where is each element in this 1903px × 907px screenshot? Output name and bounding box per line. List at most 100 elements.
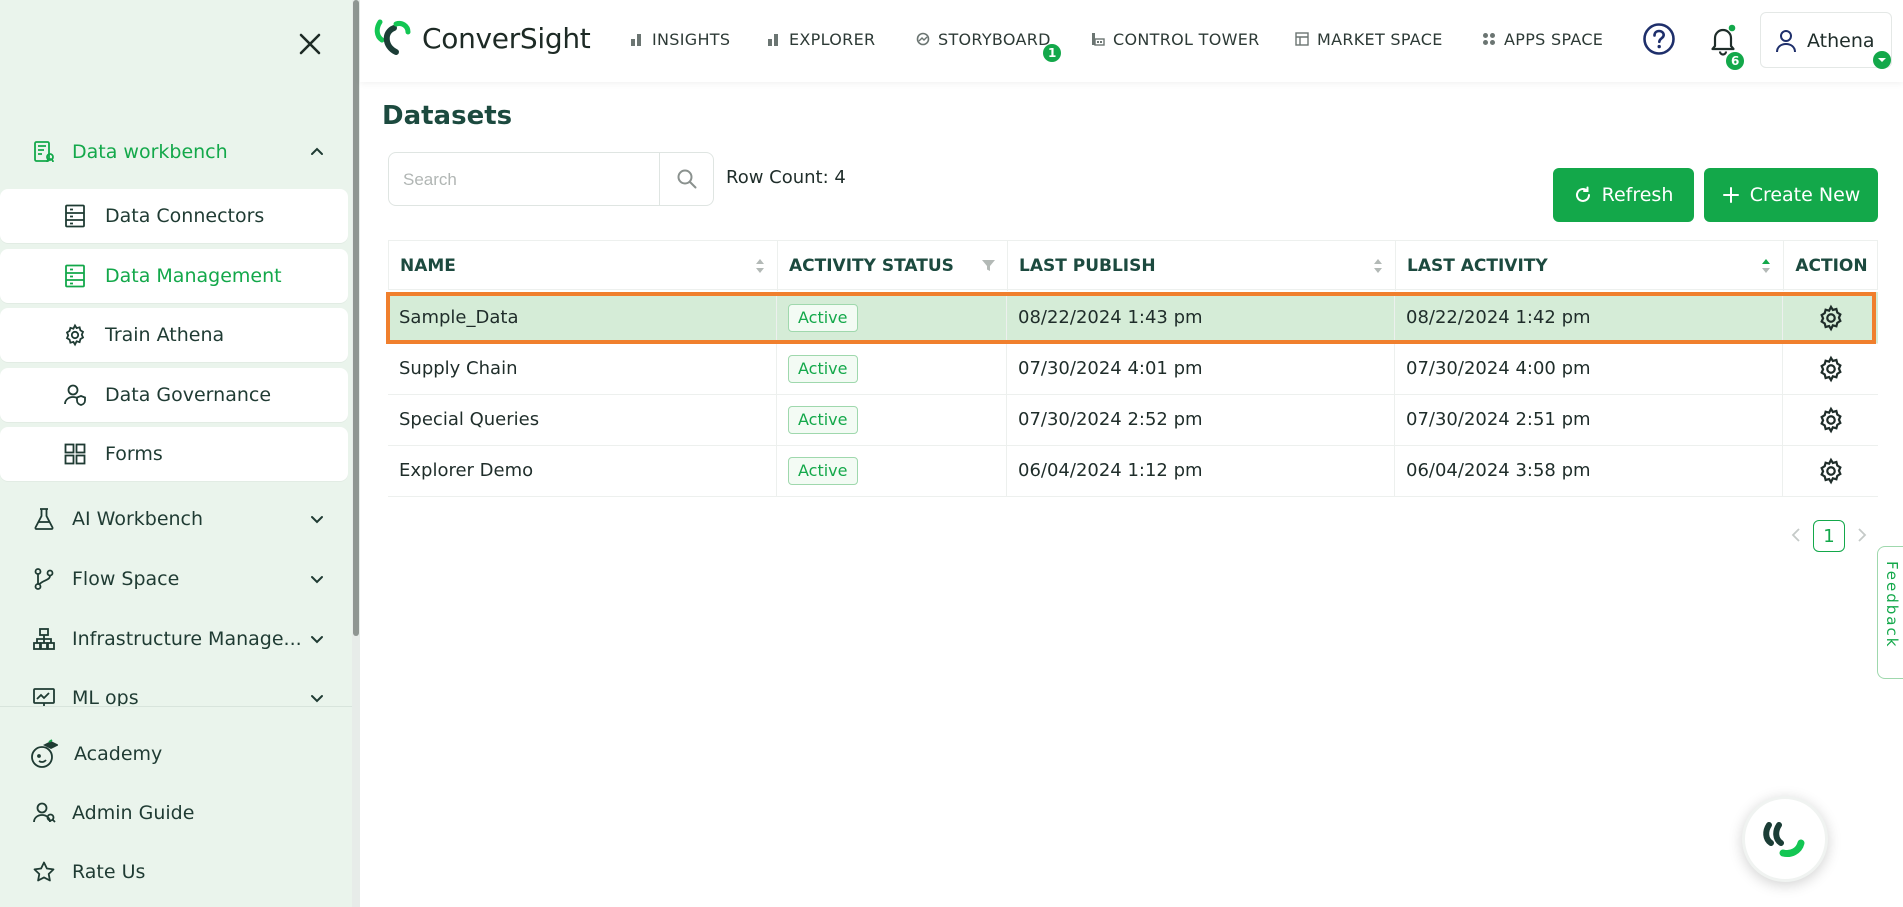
sidebar-group-label: Flow Space	[72, 568, 180, 590]
sidebar-item-train-athena[interactable]: Train Athena	[0, 308, 348, 362]
filter-icon[interactable]	[982, 259, 995, 272]
sidebar-item-rate-us[interactable]: Rate Us	[0, 847, 350, 897]
status-badge: Active	[788, 354, 858, 383]
sidebar-item-label: Data Connectors	[105, 205, 265, 227]
cell-status: Active	[777, 292, 1007, 343]
market-icon	[1295, 32, 1309, 46]
sidebar-group-label: Infrastructure Manage...	[72, 628, 302, 650]
column-header-label: ACTION	[1795, 256, 1868, 276]
row-count: Row Count: 4	[726, 167, 846, 188]
sidebar-item-data-connectors[interactable]: Data Connectors	[0, 189, 348, 243]
nav-label: STORYBOARD	[938, 29, 1051, 49]
pagination-prev-icon[interactable]	[1788, 525, 1804, 545]
admin-guide-icon	[30, 799, 58, 827]
chevron-down-icon	[311, 636, 323, 644]
settings-gear-icon[interactable]	[1817, 355, 1845, 383]
sidebar-item-label: Data Management	[105, 265, 282, 287]
help-icon[interactable]	[1642, 22, 1676, 56]
sidebar-scrollbar-thumb[interactable]	[353, 0, 359, 636]
sidebar-item-label: Data Governance	[105, 384, 272, 406]
create-new-button[interactable]: Create New	[1704, 168, 1878, 222]
sidebar-item-data-governance[interactable]: Data Governance	[0, 368, 348, 422]
table-row[interactable]: Sample_Data Active 08/22/2024 1:43 pm 08…	[388, 292, 1878, 344]
bar-chart-icon	[631, 34, 641, 46]
cell-status: Active	[777, 343, 1007, 394]
cell-last-activity: 07/30/2024 2:51 pm	[1395, 394, 1783, 445]
sidebar-item-forms[interactable]: Forms	[0, 427, 348, 481]
nav-label: APPS SPACE	[1504, 29, 1604, 49]
sidebar-group-ai-workbench[interactable]: AI Workbench	[0, 491, 350, 547]
column-header-label: LAST ACTIVITY	[1407, 256, 1548, 276]
pagination-page-current[interactable]: 1	[1813, 520, 1845, 552]
assistant-logo-icon	[1763, 822, 1805, 857]
chat-assistant-button[interactable]	[1742, 796, 1828, 882]
feedback-label: Feedback	[1883, 561, 1901, 649]
sidebar-item-label: Admin Guide	[72, 802, 195, 824]
sidebar-group-label: Data workbench	[72, 141, 228, 163]
sort-ascending-icon	[1762, 259, 1770, 273]
cell-action	[1783, 394, 1878, 445]
user-dropdown-icon[interactable]	[1872, 50, 1892, 70]
feedback-tab[interactable]: Feedback	[1877, 546, 1903, 679]
table-row[interactable]: Special Queries Active 07/30/2024 2:52 p…	[388, 394, 1878, 446]
cell-name: Sample_Data	[388, 292, 777, 343]
nav-market-space[interactable]: MARKET SPACE	[1295, 28, 1443, 50]
column-header-activity-status[interactable]: ACTIVITY STATUS	[778, 241, 1008, 291]
apps-icon	[1483, 33, 1495, 45]
table-row[interactable]: Explorer Demo Active 06/04/2024 1:12 pm …	[388, 445, 1878, 497]
nav-apps-space[interactable]: APPS SPACE	[1482, 28, 1603, 50]
refresh-button[interactable]: Refresh	[1553, 168, 1694, 222]
column-header-label: ACTIVITY STATUS	[789, 256, 954, 276]
storyboard-badge: 1	[1043, 44, 1062, 62]
nav-storyboard[interactable]: STORYBOARD	[916, 28, 1051, 50]
cell-name: Special Queries	[388, 394, 777, 445]
cell-last-activity: 07/30/2024 4:00 pm	[1395, 343, 1783, 394]
settings-gear-icon[interactable]	[1817, 457, 1845, 485]
user-shield-icon	[62, 382, 88, 408]
status-badge: Active	[788, 303, 858, 332]
table-row[interactable]: Supply Chain Active 07/30/2024 4:01 pm 0…	[388, 343, 1878, 395]
close-icon[interactable]	[294, 28, 326, 60]
storyboard-icon	[916, 32, 930, 46]
star-icon	[30, 858, 58, 886]
cell-name: Explorer Demo	[388, 445, 777, 496]
column-header-last-activity[interactable]: LAST ACTIVITY	[1396, 241, 1784, 291]
cell-last-publish: 06/04/2024 1:12 pm	[1007, 445, 1395, 496]
refresh-icon	[1575, 186, 1590, 202]
nav-label: EXPLORER	[789, 29, 876, 49]
cell-status: Active	[777, 445, 1007, 496]
column-header-last-publish[interactable]: LAST PUBLISH	[1008, 241, 1396, 291]
nav-explorer[interactable]: EXPLORER	[767, 28, 875, 50]
sidebar-group-data-workbench[interactable]: Data workbench	[0, 124, 350, 180]
plus-icon	[1722, 187, 1739, 203]
column-header-action: ACTION	[1784, 241, 1879, 291]
search-icon	[677, 169, 696, 189]
academy-icon	[30, 739, 58, 768]
status-badge: Active	[788, 456, 858, 485]
sidebar-item-label: Train Athena	[105, 324, 225, 346]
pagination-next-icon[interactable]	[1854, 525, 1870, 545]
user-name: Athena	[1807, 30, 1875, 52]
cell-action	[1783, 292, 1878, 343]
sidebar-group-infrastructure[interactable]: Infrastructure Manage...	[0, 611, 350, 667]
brand-logo[interactable]: ConverSight	[374, 18, 591, 58]
sort-icon	[756, 259, 764, 273]
nav-insights[interactable]: INSIGHTS	[630, 28, 730, 50]
settings-gear-icon[interactable]	[1817, 406, 1845, 434]
column-header-name[interactable]: NAME	[389, 241, 778, 291]
chevron-down-icon	[311, 576, 323, 584]
sidebar-group-flow-space[interactable]: Flow Space	[0, 551, 350, 607]
cell-last-activity: 06/04/2024 3:58 pm	[1395, 445, 1783, 496]
notification-count-badge: 6	[1726, 52, 1745, 70]
chevron-up-icon	[311, 147, 323, 155]
settings-gear-icon[interactable]	[1817, 304, 1845, 332]
search-input[interactable]	[403, 167, 653, 193]
search-button[interactable]	[659, 153, 713, 205]
sidebar-item-academy[interactable]: Academy	[0, 729, 350, 779]
sidebar-item-admin-guide[interactable]: Admin Guide	[0, 788, 350, 838]
sidebar-item-data-management[interactable]: Data Management	[0, 249, 348, 303]
nav-control-tower[interactable]: CONTROL TOWER	[1091, 28, 1260, 50]
create-new-label: Create New	[1749, 184, 1861, 206]
cell-last-publish: 08/22/2024 1:43 pm	[1007, 292, 1395, 343]
data-workbench-icon	[31, 139, 57, 165]
